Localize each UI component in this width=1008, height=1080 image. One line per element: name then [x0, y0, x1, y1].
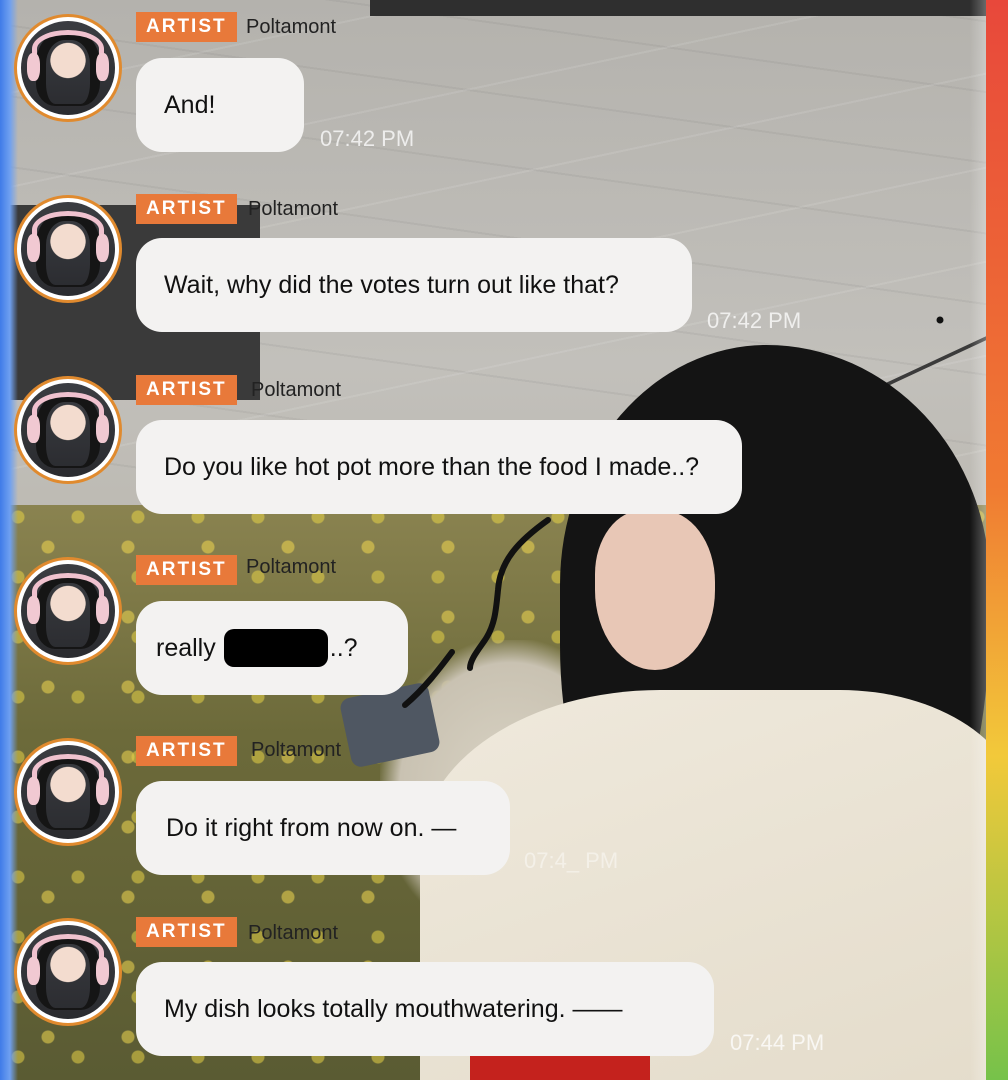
avatar[interactable]	[14, 14, 122, 122]
redaction-block-icon	[223, 629, 328, 667]
message-bubble[interactable]: Wait, why did the votes turn out like th…	[136, 238, 692, 332]
avatar[interactable]	[14, 738, 122, 846]
message-text: Do you like hot pot more than the food I…	[164, 452, 700, 481]
avatar[interactable]	[14, 918, 122, 1026]
message-time: 07:44 PM	[730, 1030, 825, 1055]
artist-badge: ARTIST	[136, 12, 237, 42]
avatar[interactable]	[14, 195, 122, 303]
artist-badge: ARTIST	[136, 917, 237, 947]
message-bubble[interactable]: My dish looks totally mouthwatering. ——	[136, 962, 714, 1056]
avatar-portrait-icon	[21, 202, 115, 296]
message-bubble[interactable]: really ..?	[136, 601, 408, 695]
message-text: My dish looks totally mouthwatering. ——	[164, 994, 623, 1023]
sender-name: Poltamont	[246, 16, 337, 38]
right-color-edge	[986, 0, 1008, 1080]
message-time: 07:42 PM	[707, 308, 802, 333]
avatar[interactable]	[14, 557, 122, 665]
sender-name: Poltamont	[248, 198, 339, 220]
avatar-portrait-icon	[21, 21, 115, 115]
message-bubble[interactable]: Do it right from now on. —	[136, 781, 510, 875]
artist-badge: ARTIST	[136, 375, 237, 405]
message-text: Wait, why did the votes turn out like th…	[164, 270, 619, 299]
avatar-portrait-icon	[21, 564, 115, 658]
artist-badge: ARTIST	[136, 736, 237, 766]
avatar-portrait-icon	[21, 925, 115, 1019]
message-text: And!	[164, 90, 216, 119]
sender-name: Poltamont	[251, 379, 342, 401]
artist-badge: ARTIST	[136, 194, 237, 224]
message-text: really	[156, 633, 216, 662]
message-text: Do it right from now on. —	[166, 813, 457, 842]
avatar-portrait-icon	[21, 745, 115, 839]
message-bubble[interactable]: Do you like hot pot more than the food I…	[136, 420, 742, 514]
sender-name: Poltamont	[246, 556, 337, 578]
avatar-portrait-icon	[21, 383, 115, 477]
sender-name: Poltamont	[251, 739, 342, 761]
sender-name: Poltamont	[248, 922, 339, 944]
avatar[interactable]	[14, 376, 122, 484]
message-time: 07:42 PM	[320, 126, 415, 151]
message-text-suffix: ..?	[329, 633, 358, 662]
message-time: 07:4_ PM	[524, 848, 619, 873]
message-bubble[interactable]: And!	[136, 58, 304, 152]
artist-badge: ARTIST	[136, 555, 237, 585]
left-color-edge	[0, 0, 18, 1080]
